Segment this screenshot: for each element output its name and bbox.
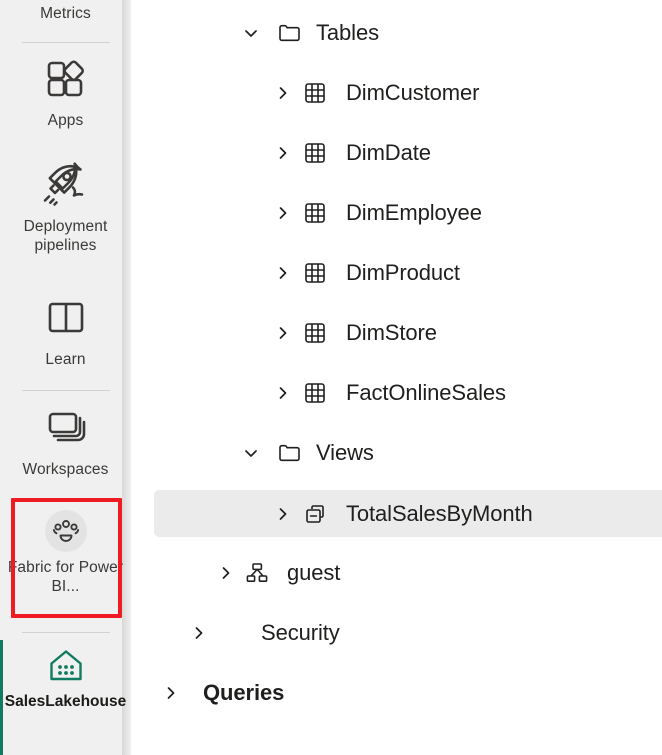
tree-row-label: Queries <box>203 680 285 705</box>
nav-item-saleslakehouse[interactable]: SalesLakehouse <box>0 646 131 712</box>
tree-row-label: DimDate <box>346 140 431 165</box>
folder-icon <box>277 20 303 46</box>
workspaces-icon <box>41 403 91 458</box>
tree-row-label: Security <box>261 620 340 645</box>
tree-row-dimdate[interactable]: DimDate <box>131 133 662 173</box>
chevron-right-icon[interactable] <box>216 563 236 583</box>
tree-row-label: Views <box>316 440 374 465</box>
tree-row-tables[interactable]: Tables <box>131 13 662 53</box>
chevron-down-icon[interactable] <box>241 443 261 463</box>
tree-row-label: TotalSalesByMonth <box>346 500 533 526</box>
tree-row-totalsalesbymonth[interactable]: TotalSalesByMonth <box>154 490 662 537</box>
tree-row-security[interactable]: Security <box>131 613 662 653</box>
book-icon <box>41 293 91 348</box>
nav-item-apps-label: Apps <box>47 112 84 129</box>
nav-item-workspaces[interactable]: Workspaces <box>0 403 131 479</box>
chevron-down-icon[interactable] <box>241 23 261 43</box>
tree-row-label: DimCustomer <box>346 80 480 105</box>
people-group-icon <box>44 510 87 552</box>
schema-tree-icon <box>244 560 270 586</box>
left-nav-rail: Metrics Apps Deployment pipelines Learn … <box>0 0 131 755</box>
chevron-right-icon[interactable] <box>273 143 293 163</box>
tree-row-guest[interactable]: guest <box>131 553 662 593</box>
chevron-right-icon[interactable] <box>273 383 293 403</box>
nav-divider-3 <box>22 632 110 633</box>
table-grid-icon <box>302 380 328 406</box>
nav-item-metrics-label: Metrics <box>40 5 91 22</box>
tree-row-label: DimEmployee <box>346 200 482 225</box>
table-grid-icon <box>302 200 328 226</box>
chevron-right-icon[interactable] <box>273 504 293 524</box>
tree-row-dimemployee[interactable]: DimEmployee <box>131 193 662 233</box>
nav-divider-1 <box>22 42 110 43</box>
lakehouse-house-icon <box>46 646 86 691</box>
nav-item-fabric-for-power-bi-label: Fabric for Power BI... <box>7 559 124 596</box>
chevron-right-icon[interactable] <box>273 323 293 343</box>
nav-item-workspaces-label: Workspaces <box>22 461 109 478</box>
chevron-right-icon[interactable] <box>273 83 293 103</box>
tree-row-dimcustomer[interactable]: DimCustomer <box>131 73 662 113</box>
tree-row-queries[interactable]: Queries <box>131 673 662 713</box>
fabric-lakehouse-explorer: Metrics Apps Deployment pipelines Learn … <box>0 0 662 755</box>
tree-row-views[interactable]: Views <box>131 433 662 473</box>
tree-row-label: Tables <box>316 20 379 45</box>
tree-row-dimstore[interactable]: DimStore <box>131 313 662 353</box>
nav-item-learn-label: Learn <box>45 351 86 368</box>
table-grid-icon <box>302 260 328 286</box>
table-grid-icon <box>302 140 328 166</box>
chevron-right-icon[interactable] <box>161 683 181 703</box>
view-stack-icon <box>302 501 328 527</box>
tree-row-label: DimProduct <box>346 260 460 285</box>
nav-item-metrics[interactable]: Metrics <box>0 4 131 23</box>
tree-row-dimproduct[interactable]: DimProduct <box>131 253 662 293</box>
tree-row-factonlinesales[interactable]: FactOnlineSales <box>131 373 662 413</box>
apps-icon <box>41 54 91 109</box>
folder-icon <box>277 440 303 466</box>
nav-item-apps[interactable]: Apps <box>0 54 131 130</box>
tree-row-label: FactOnlineSales <box>346 380 506 405</box>
tree-row-label: guest <box>287 560 341 585</box>
rocket-icon <box>40 158 92 215</box>
lakehouse-object-explorer-tree: Tables DimCustomer DimDate DimEmployee D… <box>131 0 662 755</box>
nav-item-deployment-pipelines[interactable]: Deployment pipelines <box>0 158 131 255</box>
tree-row-label: DimStore <box>346 320 437 345</box>
nav-item-fabric-for-power-bi[interactable]: Fabric for Power BI... <box>0 510 131 596</box>
table-grid-icon <box>302 320 328 346</box>
chevron-right-icon[interactable] <box>273 263 293 283</box>
table-grid-icon <box>302 80 328 106</box>
nav-item-deployment-pipelines-label: Deployment pipelines <box>23 218 108 255</box>
nav-item-learn[interactable]: Learn <box>0 293 131 369</box>
chevron-right-icon[interactable] <box>273 203 293 223</box>
nav-item-saleslakehouse-label: SalesLakehouse <box>4 693 127 710</box>
chevron-right-icon[interactable] <box>189 623 209 643</box>
nav-divider-2 <box>22 390 110 391</box>
